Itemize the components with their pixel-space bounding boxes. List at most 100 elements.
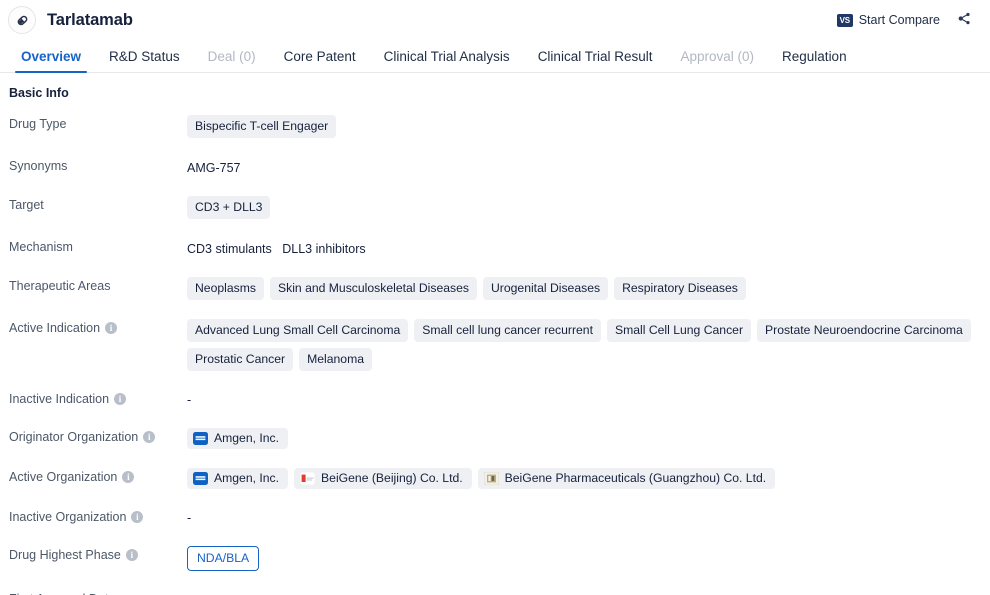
organization-chip[interactable]: BeiGene (Beijing) Co. Ltd. (294, 468, 472, 489)
row-label-text: Target (9, 197, 44, 213)
info-icon[interactable]: i (114, 393, 126, 405)
row-label-text: Therapeutic Areas (9, 278, 110, 294)
row-label: Target (9, 195, 187, 213)
synonyms-value: AMG-757 (187, 156, 990, 177)
start-compare-button[interactable]: VS Start Compare (837, 13, 940, 27)
target-chip[interactable]: CD3 + DLL3 (187, 196, 270, 219)
row-value: - (187, 589, 990, 595)
drug-type-chip[interactable]: Bispecific T-cell Engager (187, 115, 336, 138)
organization-chip[interactable]: Amgen, Inc. (187, 468, 288, 489)
beigene-guangzhou-logo (484, 472, 499, 485)
info-icon[interactable]: i (122, 471, 134, 483)
row-label: First Approval Date (9, 589, 187, 595)
tab-overview[interactable]: Overview (7, 49, 95, 73)
row-label: Synonyms (9, 156, 187, 174)
row-label-text: Synonyms (9, 158, 67, 174)
row-value: Neoplasms Skin and Musculoskeletal Disea… (187, 276, 990, 300)
indication-chip[interactable]: Prostatic Cancer (187, 348, 293, 371)
phase-badge[interactable]: NDA/BLA (187, 546, 259, 571)
share-button[interactable] (957, 11, 978, 29)
indication-chip[interactable]: Small cell lung cancer recurrent (414, 319, 601, 342)
row-target: Target CD3 + DLL3 (0, 195, 990, 219)
organization-name: Amgen, Inc. (214, 431, 279, 445)
inactive-indication-value: - (187, 390, 191, 407)
app-header: Tarlatamab VS Start Compare (0, 0, 990, 40)
tab-regulation[interactable]: Regulation (768, 49, 861, 73)
row-label-text: Active Indication (9, 320, 100, 336)
row-label: Inactive Organization i (9, 507, 187, 525)
row-label-text: Mechanism (9, 239, 73, 255)
row-label: Mechanism (9, 237, 187, 255)
indication-chip[interactable]: Advanced Lung Small Cell Carcinoma (187, 319, 408, 342)
info-icon[interactable]: i (126, 549, 138, 561)
organization-name: Amgen, Inc. (214, 471, 279, 485)
organization-chip[interactable]: BeiGene Pharmaceuticals (Guangzhou) Co. … (478, 468, 776, 489)
inactive-organization-value: - (187, 508, 191, 525)
tab-approval[interactable]: Approval (0) (666, 49, 768, 73)
row-label-text: First Approval Date (9, 591, 115, 595)
row-value: Bispecific T-cell Engager (187, 114, 990, 138)
info-icon[interactable]: i (143, 431, 155, 443)
vs-icon: VS (837, 14, 853, 27)
row-active-organization: Active Organization i Amgen, Inc. (0, 467, 990, 489)
row-first-approval-date: First Approval Date - (0, 589, 990, 595)
basic-info-panel: Basic Info Drug Type Bispecific T-cell E… (0, 73, 990, 595)
organization-chip[interactable]: Amgen, Inc. (187, 428, 288, 449)
capsule-icon (8, 6, 36, 34)
organization-name: BeiGene (Beijing) Co. Ltd. (321, 471, 463, 485)
row-drug-type: Drug Type Bispecific T-cell Engager (0, 114, 990, 138)
therapeutic-area-chip[interactable]: Skin and Musculoskeletal Diseases (270, 277, 477, 300)
first-approval-date-value: - (187, 590, 191, 595)
tab-clinical-trial-analysis[interactable]: Clinical Trial Analysis (370, 49, 524, 73)
start-compare-label: Start Compare (859, 13, 940, 27)
info-icon[interactable]: i (105, 322, 117, 334)
beigene-beijing-logo (300, 472, 315, 485)
row-drug-highest-phase: Drug Highest Phase i NDA/BLA (0, 545, 990, 571)
indication-chip[interactable]: Melanoma (299, 348, 372, 371)
amgen-logo (193, 472, 208, 485)
tab-clinical-trial-result[interactable]: Clinical Trial Result (524, 49, 667, 73)
row-value: Amgen, Inc. (187, 427, 990, 449)
row-value: CD3 + DLL3 (187, 195, 990, 219)
mechanism-value: CD3 stimulants DLL3 inhibitors (187, 237, 990, 258)
indication-chip[interactable]: Small Cell Lung Cancer (607, 319, 751, 342)
row-label: Drug Type (9, 114, 187, 132)
row-value: NDA/BLA (187, 545, 990, 571)
row-label: Therapeutic Areas (9, 276, 187, 294)
row-label-text: Inactive Indication (9, 391, 109, 407)
row-synonyms: Synonyms AMG-757 (0, 156, 990, 177)
row-label: Active Indication i (9, 318, 187, 336)
row-label: Originator Organization i (9, 427, 187, 445)
page-title: Tarlatamab (47, 11, 133, 30)
tab-core-patent[interactable]: Core Patent (270, 49, 370, 73)
tab-rd-status[interactable]: R&D Status (95, 49, 194, 73)
row-therapeutic-areas: Therapeutic Areas Neoplasms Skin and Mus… (0, 276, 990, 300)
header-actions: VS Start Compare (837, 11, 980, 29)
row-label-text: Originator Organization (9, 429, 138, 445)
therapeutic-area-chip[interactable]: Neoplasms (187, 277, 264, 300)
tab-bar: Overview R&D Status Deal (0) Core Patent… (0, 40, 990, 73)
row-label: Drug Highest Phase i (9, 545, 187, 563)
row-originator-organization: Originator Organization i Amgen, Inc. (0, 427, 990, 449)
share-node-icon (957, 11, 972, 29)
section-title: Basic Info (0, 86, 990, 100)
row-value: - (187, 507, 990, 525)
row-inactive-indication: Inactive Indication i - (0, 389, 990, 409)
row-label-text: Drug Highest Phase (9, 547, 121, 563)
mechanism-term: DLL3 inhibitors (282, 242, 365, 256)
therapeutic-area-chip[interactable]: Urogenital Diseases (483, 277, 608, 300)
info-icon[interactable]: i (131, 511, 143, 523)
row-mechanism: Mechanism CD3 stimulants DLL3 inhibitors (0, 237, 990, 258)
row-active-indication: Active Indication i Advanced Lung Small … (0, 318, 990, 371)
amgen-logo (193, 432, 208, 445)
organization-name: BeiGene Pharmaceuticals (Guangzhou) Co. … (505, 471, 767, 485)
tab-deal[interactable]: Deal (0) (194, 49, 270, 73)
row-label-text: Drug Type (9, 116, 66, 132)
indication-chip[interactable]: Prostate Neuroendocrine Carcinoma (757, 319, 971, 342)
row-label-text: Inactive Organization (9, 509, 126, 525)
row-label-text: Active Organization (9, 469, 117, 485)
mechanism-term: CD3 stimulants (187, 242, 272, 256)
therapeutic-area-chip[interactable]: Respiratory Diseases (614, 277, 746, 300)
row-label: Inactive Indication i (9, 389, 187, 407)
row-label: Active Organization i (9, 467, 187, 485)
